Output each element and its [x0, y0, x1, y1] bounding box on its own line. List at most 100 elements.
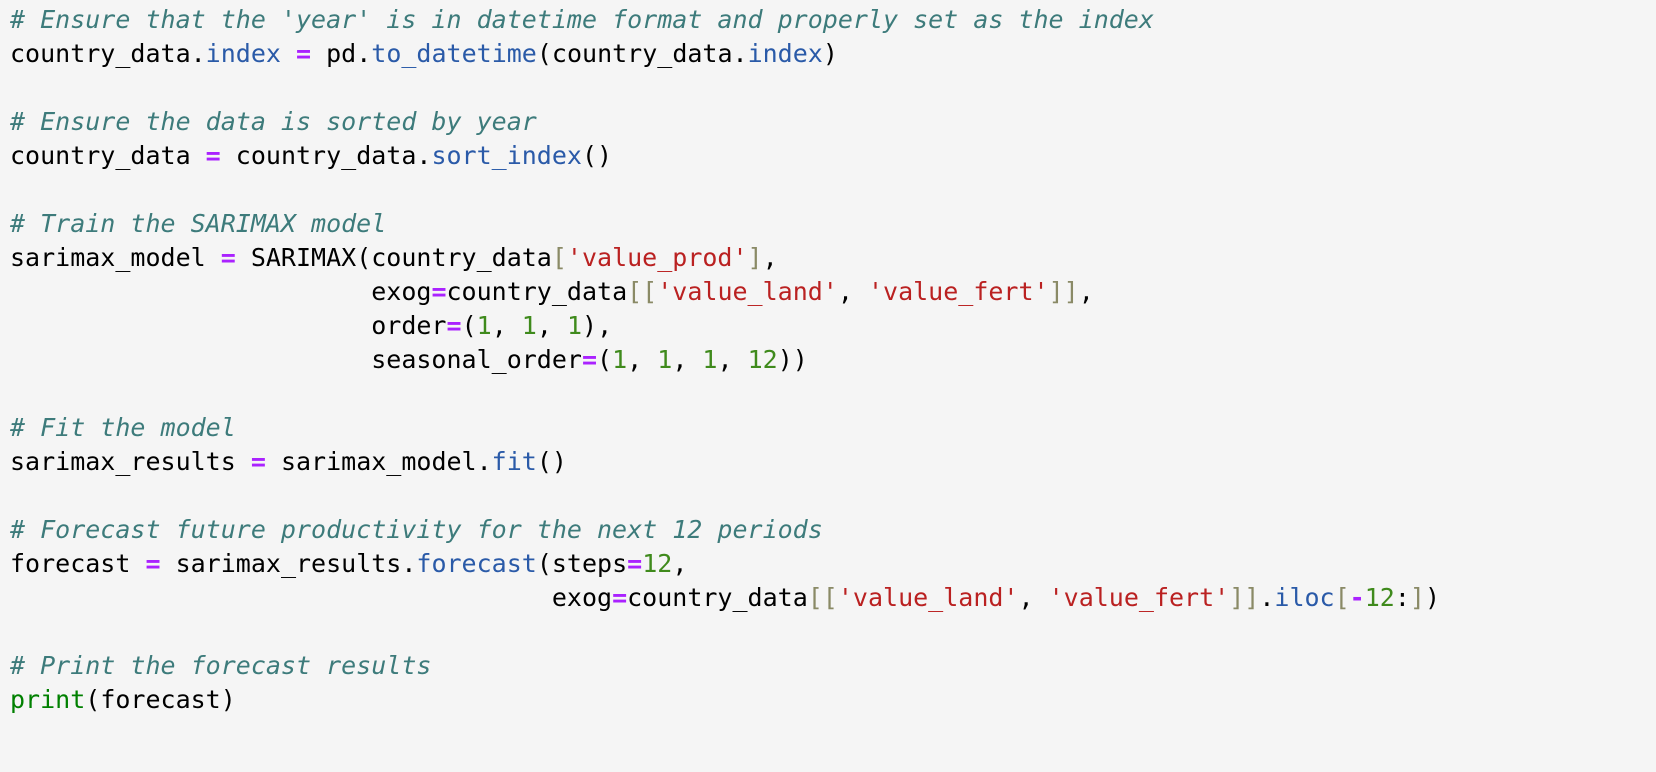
- code-token-comment: # Forecast future productivity for the n…: [10, 515, 823, 544]
- code-token-op: =: [581, 345, 598, 374]
- code-token-plain: sarimax_results.: [160, 549, 417, 578]
- code-token-plain: exog: [10, 277, 432, 306]
- code-token-num: 1: [476, 311, 492, 340]
- code-token-plain: country_data.: [220, 141, 432, 170]
- code-token-plain: sarimax_model: [10, 243, 221, 272]
- code-token-num: 12: [747, 345, 778, 374]
- code-token-plain: (: [461, 311, 477, 340]
- code-token-num: 1: [521, 311, 537, 340]
- code-token-op: =: [612, 583, 628, 612]
- code-token-plain: SARIMAX(country_data: [235, 243, 552, 272]
- code-token-plain: ,: [672, 549, 688, 578]
- code-token-brk: [: [1334, 583, 1350, 612]
- code-token-attr: index: [205, 39, 281, 68]
- code-token-num: 1: [566, 311, 583, 340]
- code-token-plain: (steps: [536, 549, 628, 578]
- code-token-num: 1: [657, 345, 673, 374]
- code-token-plain: (forecast): [85, 685, 236, 714]
- code-line: seasonal_order=(1, 1, 1, 12)): [10, 343, 1656, 377]
- code-line: forecast = sarimax_results.forecast(step…: [10, 547, 1656, 581]
- code-token-plain: ,: [491, 311, 522, 340]
- code-line: # Forecast future productivity for the n…: [10, 513, 1656, 547]
- code-token-num: 12: [642, 549, 673, 578]
- code-token-plain: (: [597, 345, 613, 374]
- code-line: # Train the SARIMAX model: [10, 207, 1656, 241]
- code-line: # Print the forecast results: [10, 649, 1656, 683]
- code-token-str: 'value_fert': [867, 277, 1049, 306]
- code-token-plain: country_data: [446, 277, 628, 306]
- code-token-plain: country_data: [627, 583, 808, 612]
- code-token-op: =: [250, 447, 266, 476]
- code-token-comment: # Ensure that the 'year' is in datetime …: [10, 5, 1154, 34]
- code-token-attr: iloc: [1274, 583, 1335, 612]
- code-line: country_data = country_data.sort_index(): [10, 139, 1656, 173]
- code-line: sarimax_model = SARIMAX(country_data['va…: [10, 241, 1656, 275]
- code-token-plain: ): [822, 39, 838, 68]
- code-token-plain: sarimax_results: [10, 447, 251, 476]
- code-token-attr: fit: [491, 447, 537, 476]
- code-token-plain: ,: [627, 345, 658, 374]
- code-token-plain: ,: [672, 345, 703, 374]
- code-line: exog=country_data[['value_land', 'value_…: [10, 581, 1656, 615]
- code-token-attr: sort_index: [431, 141, 582, 170]
- code-line: exog=country_data[['value_land', 'value_…: [10, 275, 1656, 309]
- code-editor[interactable]: # Ensure that the 'year' is in datetime …: [0, 0, 1656, 772]
- code-line: print(forecast): [10, 683, 1656, 717]
- code-line: # Fit the model: [10, 411, 1656, 445]
- code-token-plain: country_data: [10, 141, 206, 170]
- code-token-plain: ,: [762, 243, 778, 272]
- code-token-str: 'value_fert': [1048, 583, 1230, 612]
- code-token-brk: ]: [1409, 583, 1425, 612]
- code-token-num: 12: [1364, 583, 1395, 612]
- code-token-plain: ,: [1078, 277, 1094, 306]
- code-token-plain: (): [536, 447, 567, 476]
- code-token-num: 1: [702, 345, 718, 374]
- code-token-attr: index: [747, 39, 823, 68]
- code-token-comment: # Ensure the data is sorted by year: [10, 107, 537, 136]
- code-token-op: =: [296, 39, 312, 68]
- code-line: # Ensure that the 'year' is in datetime …: [10, 3, 1656, 37]
- code-token-str: 'value_prod': [566, 243, 748, 272]
- code-token-str: 'value_land': [837, 583, 1019, 612]
- code-line: country_data.index = pd.to_datetime(coun…: [10, 37, 1656, 71]
- code-token-op: =: [205, 141, 221, 170]
- code-token-brk: ]]: [1229, 583, 1260, 612]
- code-token-plain: ,: [837, 277, 868, 306]
- code-token-plain: (country_data.: [536, 39, 748, 68]
- code-token-attr: to_datetime: [371, 39, 537, 68]
- code-token-plain: sarimax_model.: [265, 447, 492, 476]
- code-token-num: 1: [612, 345, 628, 374]
- code-token-plain: :: [1394, 583, 1410, 612]
- code-token-brk: [: [551, 243, 567, 272]
- code-token-plain: ),: [582, 311, 613, 340]
- code-token-comment: # Print the forecast results: [10, 651, 432, 680]
- code-token-plain: ,: [1018, 583, 1049, 612]
- code-token-plain: ,: [717, 345, 748, 374]
- code-token-attr: forecast: [416, 549, 537, 578]
- code-line: # Ensure the data is sorted by year: [10, 105, 1656, 139]
- code-token-plain: .: [1259, 583, 1275, 612]
- code-token-plain: ): [1424, 583, 1441, 612]
- code-token-plain: )): [777, 345, 808, 374]
- code-token-op: =: [627, 549, 643, 578]
- code-token-brk: ]]: [1048, 277, 1079, 306]
- code-token-plain: forecast: [10, 549, 146, 578]
- code-token-plain: (): [581, 141, 613, 170]
- code-token-builtin: print: [10, 685, 86, 714]
- code-token-plain: country_data.: [10, 39, 206, 68]
- code-line: sarimax_results = sarimax_model.fit(): [10, 445, 1656, 479]
- code-token-op: =: [220, 243, 236, 272]
- code-token-brk: [[: [807, 583, 838, 612]
- code-token-brk: ]: [747, 243, 763, 272]
- code-token-plain: pd.: [311, 39, 372, 68]
- code-token-op: -: [1349, 583, 1365, 612]
- code-token-plain: seasonal_order: [10, 345, 582, 374]
- code-token-op: =: [145, 549, 161, 578]
- code-token-plain: ,: [536, 311, 567, 340]
- code-token-op: =: [431, 277, 447, 306]
